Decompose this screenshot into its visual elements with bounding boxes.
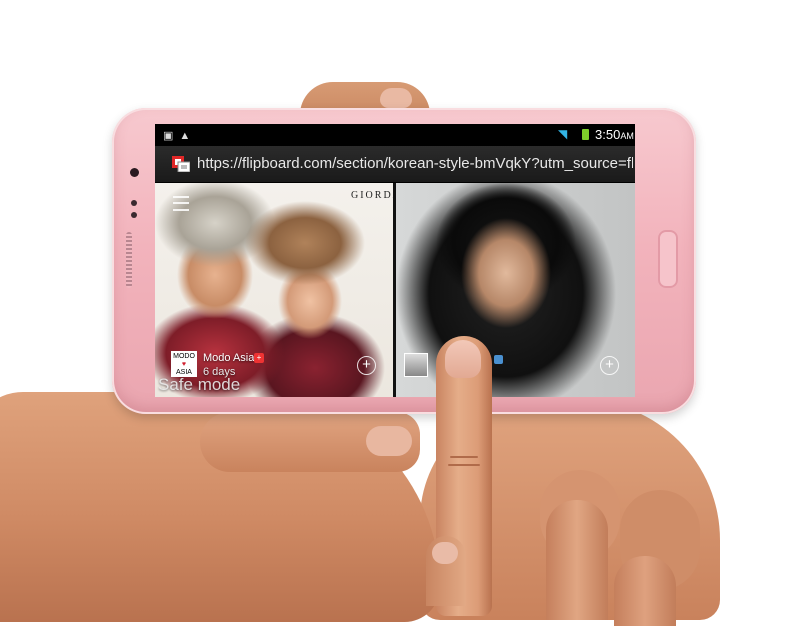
finger-crease xyxy=(448,464,480,466)
curled-finger xyxy=(614,556,676,626)
clock-ampm: AM xyxy=(620,131,634,141)
ad-brand-text: GIORDA xyxy=(351,190,393,201)
sensor xyxy=(131,200,137,206)
url-text[interactable]: https://flipboard.com/section/korean-sty… xyxy=(197,155,633,172)
battery-icon xyxy=(582,129,589,140)
article-tile-right[interactable]: 7 + xyxy=(396,183,635,397)
curled-finger xyxy=(426,536,466,606)
thumbnail-nail xyxy=(366,426,412,456)
phone-screen: ▣▲ ◥ 3:50AM https://flipboard.com/sectio… xyxy=(155,124,635,397)
wifi-icon: ◥ xyxy=(558,127,568,141)
clock-time: 3:50 xyxy=(595,127,621,142)
heart-icon: ♥ xyxy=(181,361,187,368)
finger-crease xyxy=(450,456,478,458)
holding-hand-thumb xyxy=(200,412,420,472)
source-logo: MODO ♥ ASIA xyxy=(171,351,197,377)
flipboard-favicon-icon xyxy=(172,156,190,172)
fingernail xyxy=(445,340,481,378)
front-camera xyxy=(130,168,139,177)
fingernail xyxy=(432,542,458,564)
google-plus-icon: + xyxy=(254,353,264,363)
warning-icon: ▲ xyxy=(179,130,197,142)
article-tile-left[interactable]: GIORDA MODO ♥ ASIA Modo Asia + 6 days + … xyxy=(155,183,393,397)
earpiece-speaker xyxy=(126,232,132,288)
sensor xyxy=(131,212,137,218)
avatar xyxy=(404,353,428,377)
fingernail xyxy=(380,88,412,108)
flipboard-grid: GIORDA MODO ♥ ASIA Modo Asia + 6 days + … xyxy=(155,183,635,397)
instagram-icon xyxy=(494,355,503,364)
curled-finger xyxy=(546,500,608,620)
notification-icons: ▣▲ xyxy=(163,129,196,142)
menu-icon[interactable] xyxy=(173,196,189,211)
clock: 3:50AM xyxy=(595,127,634,142)
source-name[interactable]: Modo Asia xyxy=(203,352,254,364)
browser-url-bar[interactable]: https://flipboard.com/section/korean-sty… xyxy=(155,146,635,183)
source-logo-line: MODO xyxy=(173,353,195,360)
status-bar: ▣▲ ◥ 3:50AM xyxy=(155,124,635,146)
holding-hand xyxy=(0,392,440,622)
home-button[interactable] xyxy=(658,230,678,288)
add-button[interactable]: + xyxy=(600,356,619,375)
add-button[interactable]: + xyxy=(357,356,376,375)
image-icon: ▣ xyxy=(163,130,180,142)
safe-mode-label: Safe mode xyxy=(158,375,241,394)
